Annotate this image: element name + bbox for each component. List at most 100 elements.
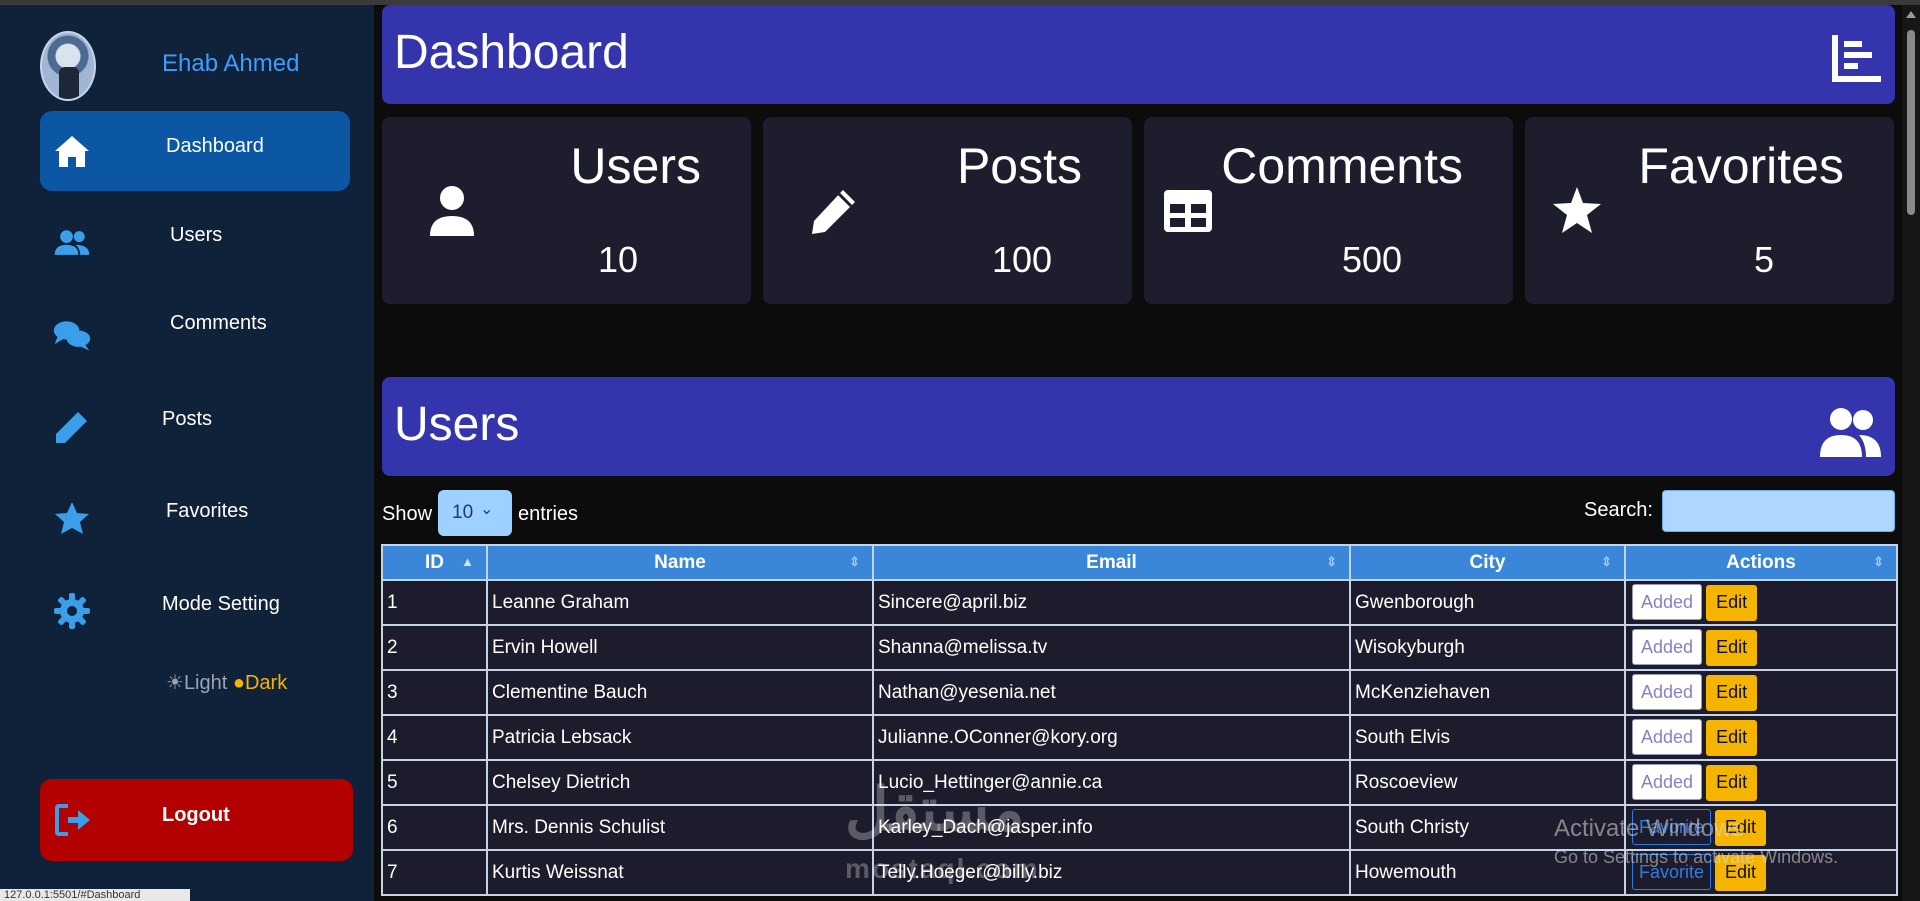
sort-icon: ⇕ xyxy=(849,554,860,569)
column-header-city[interactable]: City ⇕ xyxy=(1349,544,1626,581)
sort-icon: ⇕ xyxy=(1873,554,1884,569)
sidebar-item-label: Comments xyxy=(170,312,267,334)
sidebar-item-label: Dashboard xyxy=(166,135,264,157)
edit-button[interactable]: Edit xyxy=(1706,585,1758,621)
edit-button[interactable]: Edit xyxy=(1706,630,1758,666)
sidebar-item-favorites[interactable]: Favorites xyxy=(40,477,350,557)
edit-button[interactable]: Edit xyxy=(1706,765,1758,801)
user-icon xyxy=(430,186,474,236)
search-label: Search: xyxy=(1584,499,1653,521)
sort-icon: ⇕ xyxy=(1326,554,1337,569)
column-header-name[interactable]: Name ⇕ xyxy=(486,544,874,581)
added-button[interactable]: Added xyxy=(1632,719,1703,755)
scroll-up-arrow-icon[interactable] xyxy=(1906,11,1916,18)
table-row: 3 Clementine Bauch Nathan@yesenia.net McKen… xyxy=(381,669,1898,716)
page-title: Dashboard xyxy=(394,26,629,79)
pencil-icon xyxy=(812,190,855,234)
sidebar-item-label: Favorites xyxy=(166,500,249,522)
cell-email: Julianne.OConner@kory.org xyxy=(872,714,1351,761)
cell-id: 1 xyxy=(381,579,488,626)
cell-actions: Added Edit xyxy=(1624,579,1898,626)
users-icon xyxy=(1820,408,1881,457)
cell-actions: Added Edit xyxy=(1624,669,1898,716)
cell-actions: Added Edit xyxy=(1624,759,1898,806)
cell-name: Ervin Howell xyxy=(486,624,874,671)
cell-name: Mrs. Dennis Schulist xyxy=(486,804,874,851)
light-mode-option[interactable]: Light xyxy=(184,672,227,694)
edit-button[interactable]: Edit xyxy=(1706,720,1758,756)
cell-id: 5 xyxy=(381,759,488,806)
search-input[interactable] xyxy=(1662,490,1895,532)
cell-city: South Elvis xyxy=(1349,714,1626,761)
stat-title: Comments xyxy=(1221,138,1463,194)
stat-title: Users xyxy=(570,138,701,194)
users-section-header: Users xyxy=(382,377,1895,476)
stat-card-users[interactable]: Users 10 xyxy=(382,117,751,304)
cell-city: Gwenborough xyxy=(1349,579,1626,626)
table-row: 1 Leanne Graham Sincere@april.biz Gwenborou… xyxy=(381,579,1898,626)
avatar[interactable] xyxy=(40,31,96,101)
column-header-email[interactable]: Email ⇕ xyxy=(872,544,1351,581)
cell-id: 6 xyxy=(381,804,488,851)
gear-icon xyxy=(54,593,90,629)
sidebar-item-comments[interactable]: Comments xyxy=(40,293,350,373)
cell-actions: Added Edit xyxy=(1624,714,1898,761)
users-icon xyxy=(54,230,90,255)
activate-windows-subtitle: Go to Settings to activate Windows. xyxy=(1554,847,1839,867)
cell-id: 7 xyxy=(381,849,488,896)
cell-name: Kurtis Weissnat xyxy=(486,849,874,896)
cell-actions: Added Edit xyxy=(1624,624,1898,671)
sidebar-item-dashboard[interactable]: Dashboard xyxy=(40,111,350,191)
dark-mode-option[interactable]: Dark xyxy=(245,672,287,694)
scrollbar[interactable] xyxy=(1902,5,1920,901)
stat-value: 500 xyxy=(1341,239,1403,280)
stat-card-favorites[interactable]: Favorites 5 xyxy=(1525,117,1894,304)
section-title: Users xyxy=(394,398,520,451)
stat-title: Favorites xyxy=(1638,138,1844,194)
sidebar-item-label: Posts xyxy=(162,408,213,430)
scrollbar-thumb[interactable] xyxy=(1907,30,1915,215)
pencil-icon xyxy=(56,409,90,443)
sun-icon[interactable]: ☀ xyxy=(166,672,184,694)
home-icon xyxy=(55,136,89,167)
show-label: Show xyxy=(382,503,433,525)
table-row: 4 Patricia Lebsack Julianne.OConner@kory.o… xyxy=(381,714,1898,761)
added-button[interactable]: Added xyxy=(1632,584,1703,620)
column-header-id[interactable]: ID ▲ xyxy=(381,544,488,581)
cell-name: Chelsey Dietrich xyxy=(486,759,874,806)
dashboard-header: Dashboard xyxy=(382,5,1895,104)
chart-icon xyxy=(1832,35,1881,82)
table-header-row: ID ▲ Name ⇕ Email ⇕ City ⇕ Actions ⇕ xyxy=(381,544,1898,581)
sidebar-item-label: Mode Setting xyxy=(162,593,280,615)
stat-title: Posts xyxy=(956,138,1082,194)
added-button[interactable]: Added xyxy=(1632,674,1703,710)
sort-icon: ⇕ xyxy=(1601,554,1612,569)
sidebar-item-mode-setting[interactable]: Mode Setting xyxy=(40,569,350,649)
logout-label: Logout xyxy=(162,804,230,826)
entries-length-select[interactable]: 10 ⌄ xyxy=(438,490,512,536)
stat-card-posts[interactable]: Posts 100 xyxy=(763,117,1132,304)
cell-name: Leanne Graham xyxy=(486,579,874,626)
stat-value: 100 xyxy=(991,239,1053,280)
profile-name: Ehab Ahmed xyxy=(162,50,300,77)
chevron-down-icon: ⌄ xyxy=(480,501,494,518)
cell-email: Sincere@april.biz xyxy=(872,579,1351,626)
status-url: 127.0.0.1:5501/#Dashboard xyxy=(0,889,190,901)
cell-city: Wisokyburgh xyxy=(1349,624,1626,671)
cell-name: Clementine Bauch xyxy=(486,669,874,716)
cell-name: Patricia Lebsack xyxy=(486,714,874,761)
sidebar-item-label: Users xyxy=(170,224,223,246)
column-header-actions[interactable]: Actions ⇕ xyxy=(1624,544,1898,581)
edit-button[interactable]: Edit xyxy=(1706,675,1758,711)
table-row: 2 Ervin Howell Shanna@melissa.tv Wisokyburg… xyxy=(381,624,1898,671)
sidebar-item-users[interactable]: Users xyxy=(40,201,350,281)
sidebar-item-posts[interactable]: Posts xyxy=(40,385,350,465)
moon-icon[interactable]: ● xyxy=(233,672,245,694)
logout-button[interactable]: Logout xyxy=(40,779,353,861)
entries-length-value: 10 xyxy=(452,502,474,523)
mode-toggle: ☀Light ●Dark xyxy=(166,670,287,695)
added-button[interactable]: Added xyxy=(1632,764,1703,800)
cell-city: Roscoeview xyxy=(1349,759,1626,806)
added-button[interactable]: Added xyxy=(1632,629,1703,665)
stat-card-comments[interactable]: Comments 500 xyxy=(1144,117,1513,304)
